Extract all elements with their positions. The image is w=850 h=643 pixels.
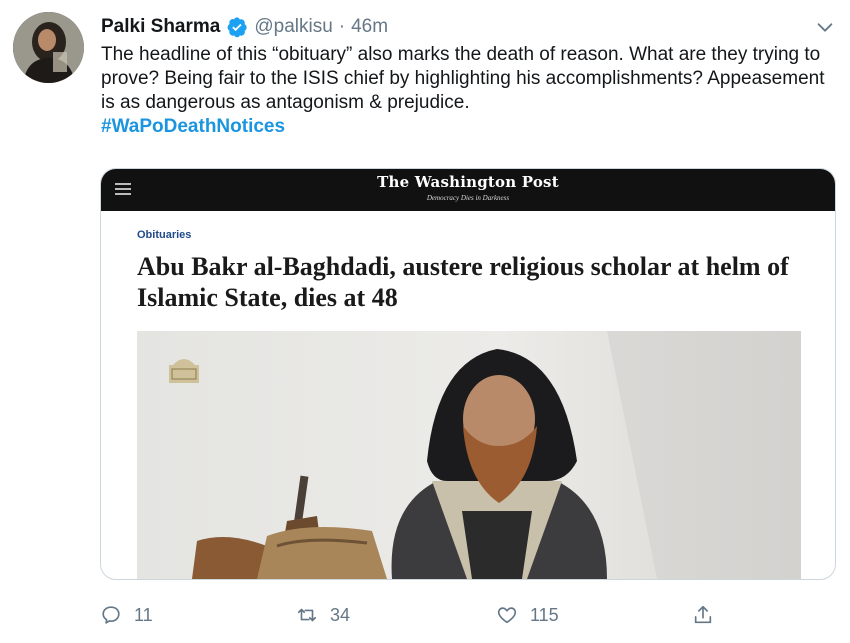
separator-dot: · bbox=[338, 16, 346, 37]
reply-button[interactable]: 11 bbox=[100, 600, 153, 630]
tweet-text: The headline of this “obituary” also mar… bbox=[101, 44, 825, 113]
author-handle[interactable]: @palkisu bbox=[254, 16, 332, 38]
retweet-count: 34 bbox=[330, 604, 351, 625]
verified-badge-icon bbox=[227, 17, 247, 38]
link-preview-card[interactable]: The Washington Post Democracy Dies in Da… bbox=[100, 168, 836, 580]
section-label: Obituaries bbox=[137, 229, 192, 241]
article-headline: Abu Bakr al-Baghdadi, austere religious … bbox=[137, 252, 789, 312]
reply-count: 11 bbox=[134, 604, 153, 625]
tweet-actions: 11 34 115 bbox=[100, 600, 834, 630]
wapo-masthead-bar: The Washington Post Democracy Dies in Da… bbox=[101, 169, 835, 211]
article-photo bbox=[137, 331, 801, 579]
heart-icon bbox=[497, 607, 517, 624]
wapo-tagline: Democracy Dies in Darkness bbox=[426, 194, 510, 202]
share-icon bbox=[694, 605, 712, 624]
tweet-header: Palki Sharma @palkisu · 46m bbox=[101, 14, 388, 40]
retweet-button[interactable]: 34 bbox=[296, 600, 350, 630]
tweet-timestamp[interactable]: 46m bbox=[351, 16, 388, 38]
avatar[interactable] bbox=[13, 12, 84, 83]
hashtag-link[interactable]: #WaPoDeathNotices bbox=[101, 115, 841, 139]
like-button[interactable]: 115 bbox=[496, 600, 559, 630]
chevron-down-icon[interactable] bbox=[814, 16, 836, 38]
like-count: 115 bbox=[530, 604, 559, 625]
share-button[interactable] bbox=[692, 600, 726, 630]
author-name[interactable]: Palki Sharma bbox=[101, 16, 220, 38]
tweet-body: The headline of this “obituary” also mar… bbox=[101, 43, 841, 139]
wapo-logo: The Washington Post bbox=[377, 173, 559, 191]
retweet-icon bbox=[297, 608, 317, 622]
reply-icon bbox=[102, 606, 120, 624]
